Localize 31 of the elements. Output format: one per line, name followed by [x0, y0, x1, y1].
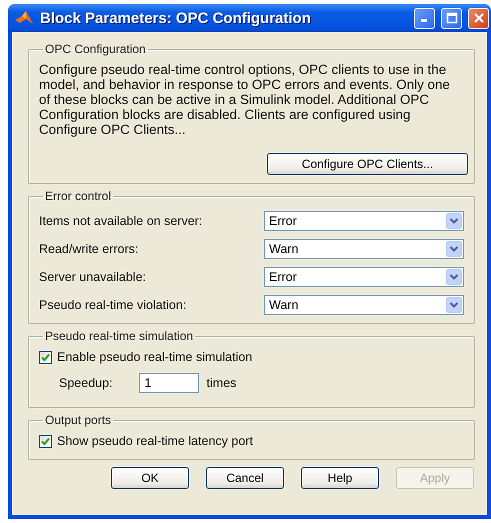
checkbox[interactable]	[39, 350, 52, 364]
minimize-button[interactable]	[414, 8, 435, 28]
close-button[interactable]	[468, 8, 489, 28]
dialog-button[interactable]: Cancel	[206, 467, 284, 489]
dropdown[interactable]: Error	[264, 267, 464, 287]
window-title: Block Parameters: OPC Configuration	[40, 10, 312, 26]
maximize-button[interactable]	[441, 8, 462, 28]
dropdown[interactable]: Error	[264, 211, 464, 231]
dialog-button[interactable]: OK	[111, 467, 189, 489]
group-title: Error control	[44, 189, 112, 203]
field-label: Speedup:	[59, 376, 113, 390]
dialog-button[interactable]: Configure OPC Clients...	[267, 153, 468, 175]
checkbox-label: Show pseudo real-time latency port	[57, 434, 253, 448]
unit-label: times	[206, 376, 236, 390]
description-text: Configure pseudo real-time control options, OPC clients to use in the model, and behavior in response to OPC errors and events. Only one of these blocks can be active in a Simulink model. Additional OPC Configuration blocks are disabled. Clients are configured using Configure OPC Clients...	[39, 62, 451, 137]
field-label: Server unavailable:	[39, 270, 146, 284]
field-label: Read/write errors:	[39, 242, 138, 256]
maximize-icon[interactable]	[446, 12, 458, 24]
dropdown[interactable]: Warn	[264, 239, 464, 259]
group-title: OPC Configuration	[44, 42, 147, 56]
dialog-button[interactable]: Help	[301, 467, 379, 489]
field-label: Pseudo real-time violation:	[39, 298, 186, 312]
group-title: Pseudo real-time simulation	[44, 329, 194, 343]
input-field[interactable]: 1	[138, 373, 199, 393]
field-label: Items not available on server:	[39, 214, 202, 228]
close-icon[interactable]	[472, 12, 484, 24]
dropdown[interactable]: Warn	[264, 295, 464, 315]
checkbox-label: Enable pseudo real-time simulation	[57, 350, 252, 364]
app-icon	[14, 10, 34, 26]
checkbox[interactable]	[39, 434, 52, 448]
group-title: Output ports	[44, 413, 112, 427]
